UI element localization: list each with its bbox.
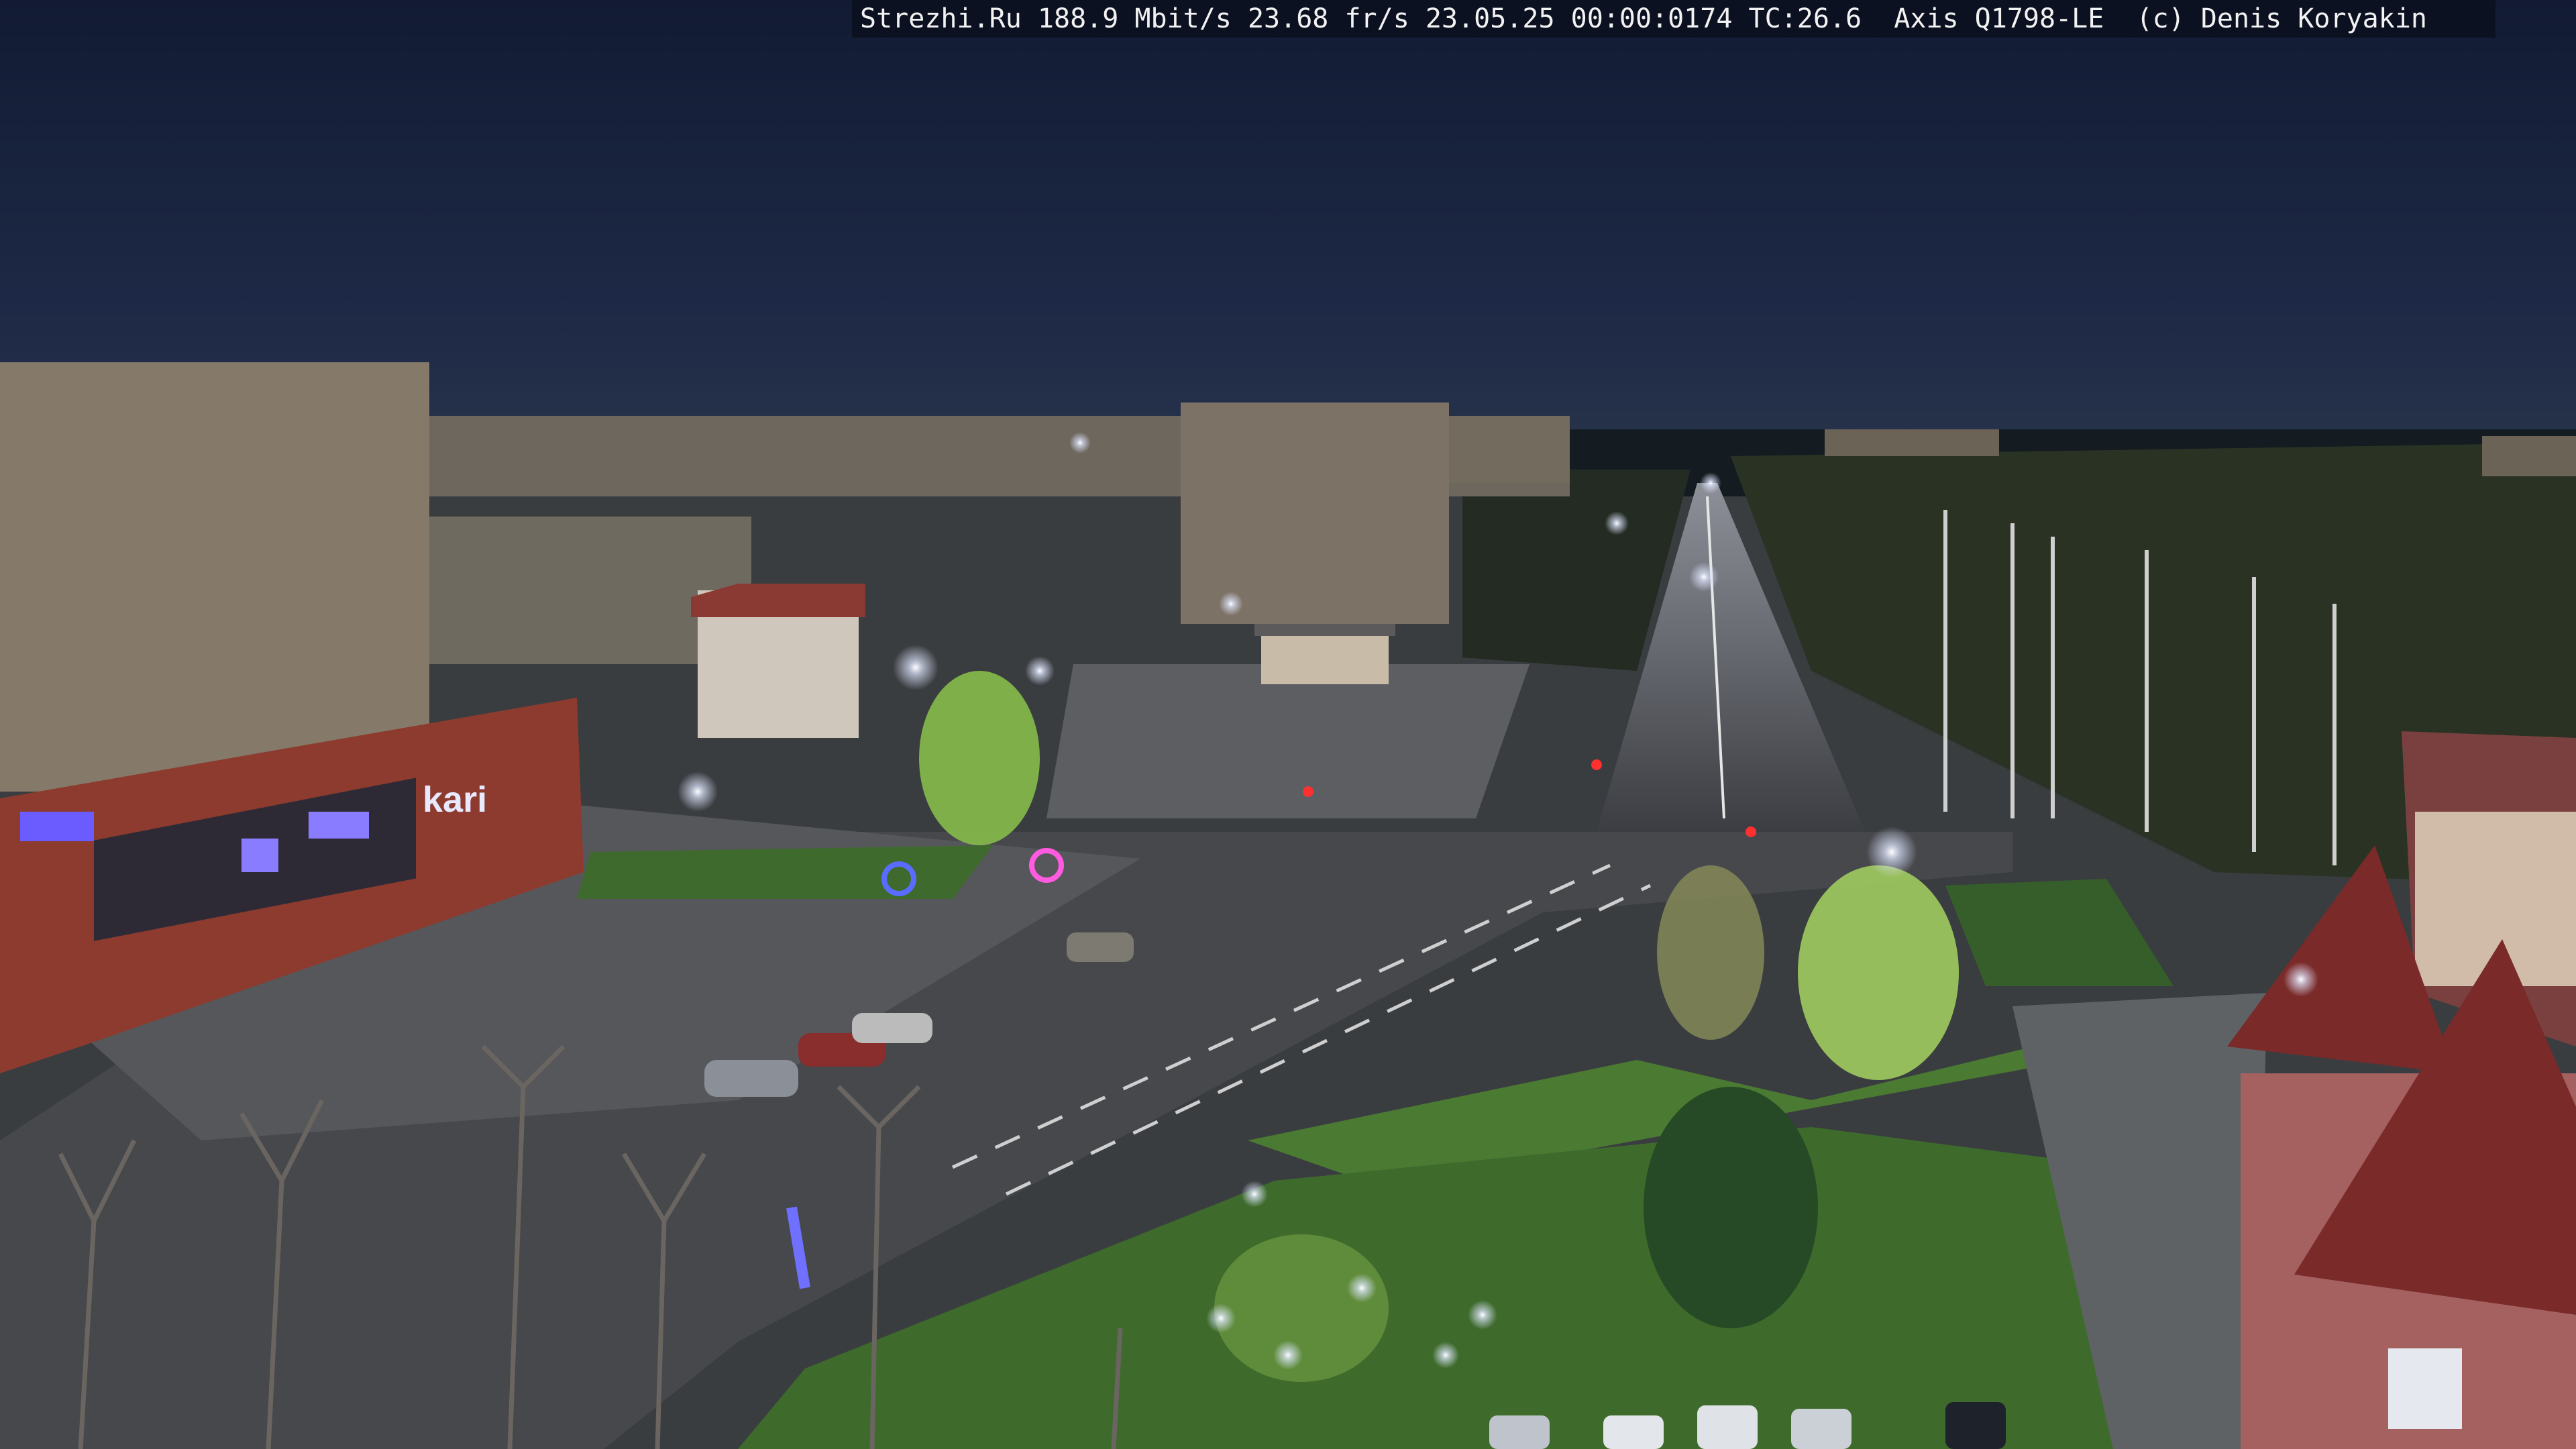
far-building-right [1825,429,1999,456]
tall-building-center [1181,402,1449,624]
far-building-edge [2482,436,2576,476]
tower-window [2388,1348,2462,1429]
shop-sign-2 [241,839,278,872]
pavilion-roof [1254,624,1395,636]
dark-tree-left [1657,865,1764,1040]
lit-tree-center [919,671,1040,845]
camera-info-overlay: Strezhi.Ru 188.9 Mbit/s 23.68 fr/s 23.05… [852,0,2496,38]
building-center-right [1449,416,1570,483]
lit-tree-right [1798,865,1959,1080]
webcam-night-view: kari Strezhi.Ru 188.9 Mbit/s 23.68 fr/s … [0,0,2576,1449]
shop-sign-3 [309,812,369,839]
pavilion [1261,631,1389,684]
fir-tree [1644,1087,1818,1328]
central-plaza [1046,664,1529,818]
kari-sign: kari [423,780,487,820]
traffic-light-3 [1746,826,1756,837]
left-lawn [577,845,993,899]
traffic-light-2 [1591,759,1602,770]
panel-building-left [0,362,429,792]
scene-drawing: kari [0,0,2576,1449]
traffic-light-1 [1303,786,1313,797]
shop-sign-1 [20,812,94,841]
